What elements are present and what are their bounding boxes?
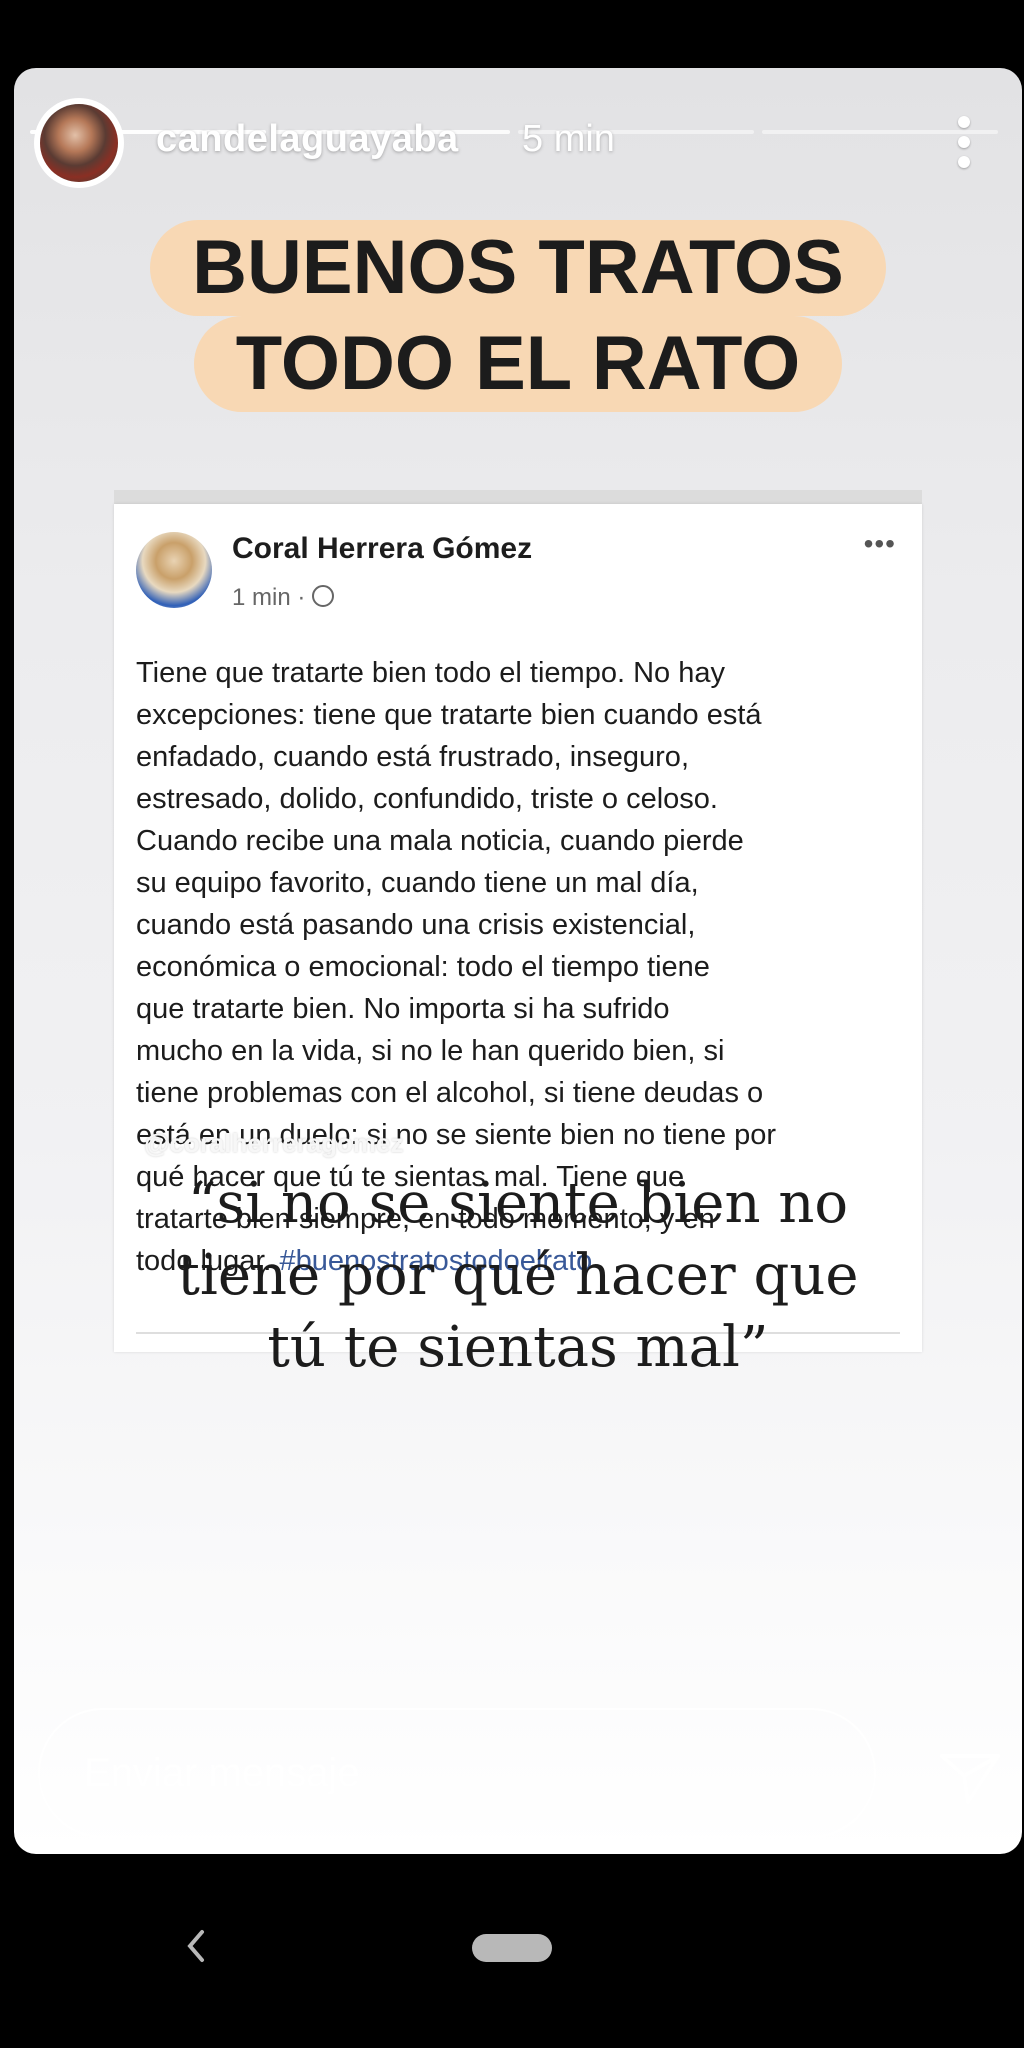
post-text-line: económica o emocional: todo el tiempo ti… — [136, 951, 710, 983]
globe-icon — [312, 585, 335, 607]
post-author-avatar — [136, 532, 212, 608]
username[interactable]: candelaguayaba — [156, 118, 459, 161]
quote-line-3: tú te sientas mal” — [267, 1315, 769, 1380]
post-text-line: excepciones: tiene que tratarte bien cua… — [136, 699, 762, 731]
headline-line-2: TODO EL RATO — [193, 316, 843, 412]
post-text-line: su equipo favorito, cuando tiene un mal … — [136, 867, 699, 899]
post-text-line: estresado, dolido, confundido, triste o … — [136, 783, 718, 815]
story-card[interactable]: candelaguayaba 5 min BUENOS TRATOS TODO … — [14, 68, 1022, 1854]
back-chevron-icon[interactable] — [180, 1926, 212, 1966]
system-nav-bar — [0, 1880, 1024, 2048]
watermark: @coralherreragomez — [144, 1128, 404, 1158]
post-text-line: Tiene que tratarte bien todo el tiempo. … — [136, 657, 725, 689]
post-time: 1 min — [232, 584, 291, 611]
quote: “si no se siente bien no tiene por qué h… — [14, 1168, 1022, 1384]
home-pill-button[interactable] — [472, 1934, 552, 1962]
headline-line-1: BUENOS TRATOS — [150, 220, 886, 316]
message-input[interactable] — [38, 1708, 876, 1838]
post-top-bar — [114, 490, 922, 504]
story-time: 5 min — [522, 118, 615, 160]
headline: BUENOS TRATOS TODO EL RATO — [14, 220, 1022, 412]
post-author: Coral Herrera Gómez — [232, 532, 533, 565]
user-avatar[interactable] — [34, 98, 124, 188]
story-header: candelaguayaba 5 min — [14, 68, 1022, 208]
avatar-image — [40, 104, 118, 182]
post-text-line: Cuando recibe una mala noticia, cuando p… — [136, 825, 744, 857]
more-options-icon[interactable] — [954, 114, 974, 174]
post-text-line: tiene problemas con el alcohol, si tiene… — [136, 1077, 764, 1109]
post-text-line: cuando está pasando una crisis existenci… — [136, 909, 696, 941]
post-text-line: enfadado, cuando está frustrado, insegur… — [136, 741, 689, 773]
post-more-icon: ••• — [863, 528, 896, 559]
quote-line-1: “si no se siente bien no — [187, 1171, 849, 1236]
post-meta: 1 min · — [232, 584, 335, 612]
post-text-line: mucho en la vida, si no le han querido b… — [136, 1035, 725, 1067]
send-icon[interactable] — [938, 1748, 1002, 1808]
post-text-line: que tratarte bien. No importa si ha sufr… — [136, 993, 670, 1025]
quote-line-2: tiene por qué hacer que — [177, 1243, 859, 1308]
